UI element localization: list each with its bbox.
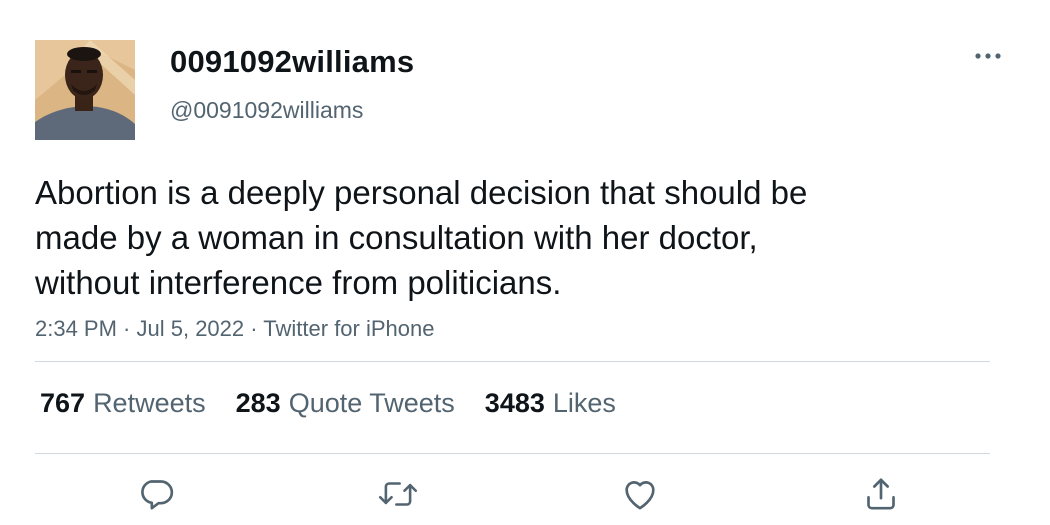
tweet-source[interactable]: Twitter for iPhone — [263, 316, 434, 341]
divider — [35, 453, 990, 454]
retweet-button[interactable] — [376, 472, 420, 516]
reply-icon — [141, 480, 174, 510]
retweets-label: Retweets — [93, 388, 206, 418]
reply-button[interactable] — [134, 472, 178, 516]
tweet-text-line: Abortion is a deeply personal decision t… — [35, 174, 808, 211]
divider — [35, 361, 990, 362]
heart-icon — [625, 481, 655, 510]
retweets-stat[interactable]: 767 Retweets — [40, 388, 206, 419]
retweets-count: 767 — [40, 388, 86, 418]
meta-separator: · — [244, 316, 264, 341]
tweet-text: Abortion is a deeply personal decision t… — [35, 170, 935, 305]
tweet-card: 0091092williams @0091092williams Abortio… — [0, 0, 1050, 525]
more-options-button[interactable] — [970, 42, 1006, 70]
avatar[interactable] — [35, 40, 135, 140]
profile-photo-icon — [35, 40, 135, 140]
tweet-text-line: without interference from politicians. — [35, 264, 562, 301]
likes-label: Likes — [552, 388, 616, 418]
tweet-time[interactable]: 2:34 PM — [35, 316, 117, 341]
tweet-text-line: made by a woman in consultation with her… — [35, 219, 758, 256]
retweet-icon — [378, 482, 418, 506]
tweet-meta: 2:34 PM · Jul 5, 2022 · Twitter for iPho… — [35, 316, 434, 342]
meta-separator: · — [116, 316, 137, 341]
likes-stat[interactable]: 3483 Likes — [485, 388, 616, 419]
action-bar — [0, 472, 1050, 516]
user-handle[interactable]: @0091092williams — [170, 97, 363, 124]
share-icon — [867, 478, 895, 510]
quote-tweets-stat[interactable]: 283 Quote Tweets — [236, 388, 455, 419]
tweet-stats: 767 Retweets 283 Quote Tweets 3483 Likes — [40, 388, 646, 419]
tweet-date[interactable]: Jul 5, 2022 — [137, 316, 245, 341]
quote-tweets-count: 283 — [235, 388, 281, 418]
more-icon — [975, 53, 1001, 59]
likes-count: 3483 — [484, 388, 545, 418]
display-name[interactable]: 0091092williams — [170, 44, 414, 80]
share-button[interactable] — [859, 472, 903, 516]
like-button[interactable] — [618, 472, 662, 516]
quote-tweets-label: Quote Tweets — [288, 388, 455, 418]
